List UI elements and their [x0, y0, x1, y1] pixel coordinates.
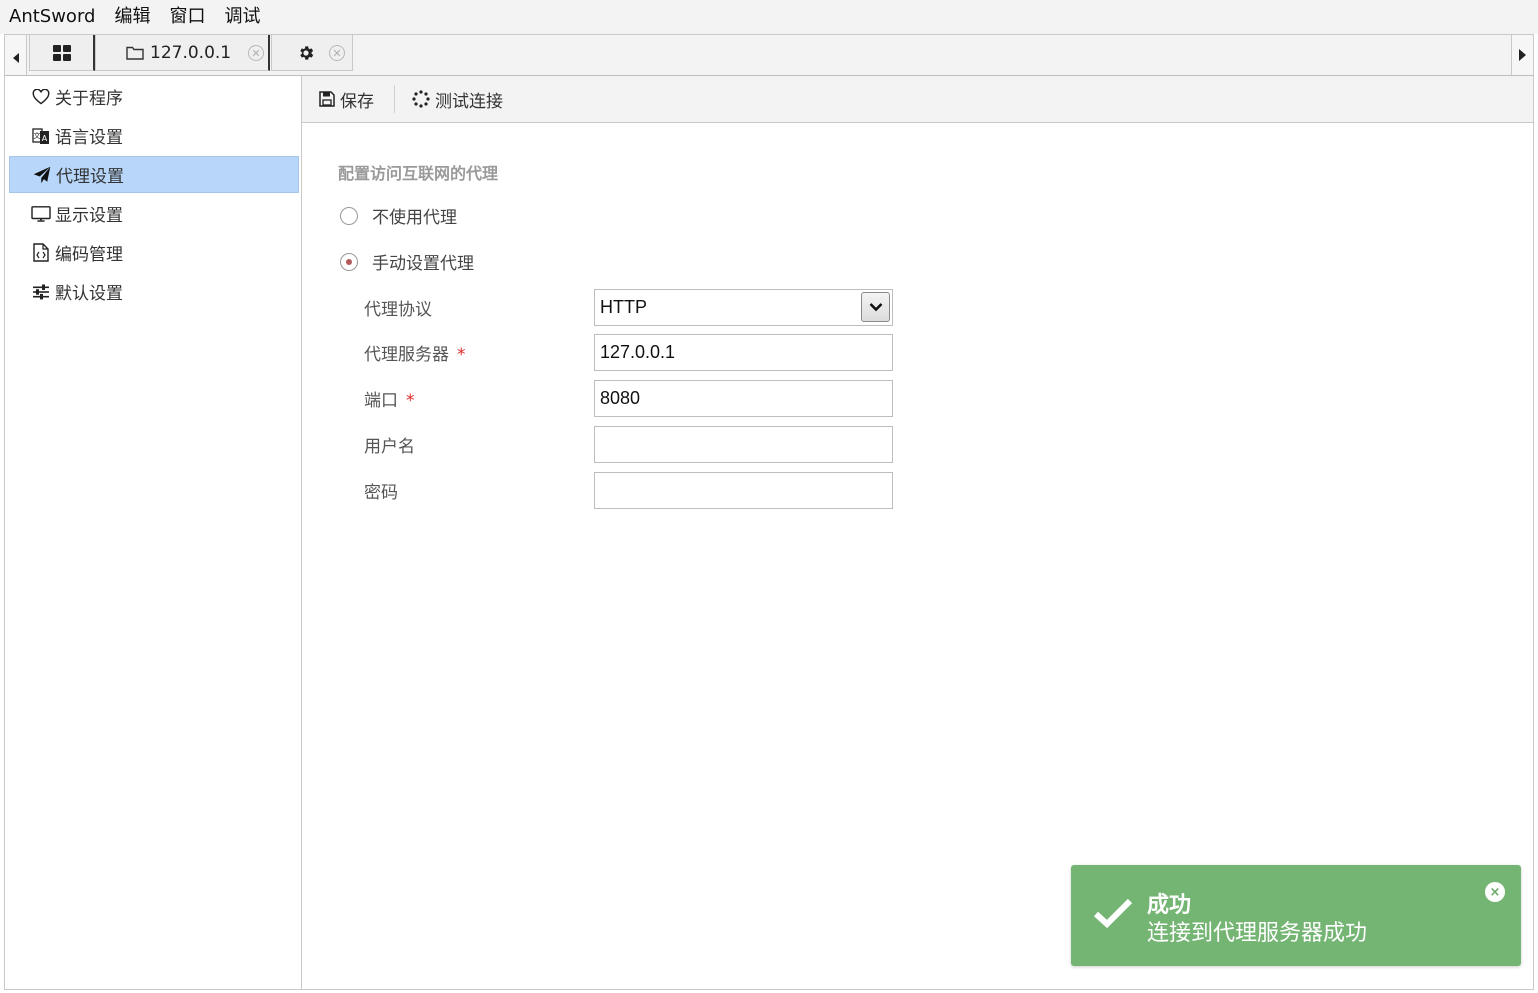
toolbar-divider	[394, 85, 395, 113]
save-button-label: 保存	[340, 91, 374, 112]
chevron-down-icon[interactable]	[861, 292, 890, 322]
menu-bar: AntSword 编辑 窗口 调试	[0, 0, 1538, 34]
protocol-label: 代理协议	[364, 300, 432, 320]
tab-bar: 127.0.0.1 ✕ ✕	[4, 34, 1534, 76]
radio-manual-proxy-label: 手动设置代理	[372, 254, 474, 274]
tab-home[interactable]	[29, 35, 95, 71]
sidebar-item-label: 关于程序	[55, 89, 123, 109]
spinner-icon	[412, 90, 430, 108]
checkmark-icon	[1093, 898, 1133, 929]
sidebar-item-label: 编码管理	[55, 245, 123, 265]
toast-message: 连接到代理服务器成功	[1147, 921, 1368, 946]
settings-sidebar: 关于程序 A 文 语言设置 代理设置 显示设置 编码管理 默认设置	[4, 76, 302, 990]
translate-icon: A 文	[31, 126, 51, 146]
tab-host-label: 127.0.0.1	[150, 42, 232, 63]
toast-close-icon[interactable]: ×	[1485, 882, 1505, 902]
tab-scroll-right-button[interactable]	[1511, 35, 1533, 75]
monitor-icon	[31, 204, 51, 224]
heart-icon	[31, 87, 51, 107]
protocol-select-value: HTTP	[600, 297, 647, 317]
menu-window[interactable]: 窗口	[169, 0, 205, 34]
test-connection-button[interactable]: 测试连接	[412, 87, 503, 112]
tab-settings[interactable]: ✕	[271, 35, 353, 71]
server-input[interactable]: 127.0.0.1	[594, 334, 893, 371]
radio-no-proxy[interactable]: 不使用代理	[340, 203, 457, 228]
username-label: 用户名	[364, 437, 415, 457]
protocol-select[interactable]: HTTP	[594, 289, 893, 326]
radio-no-proxy-label: 不使用代理	[372, 208, 457, 228]
server-label: 代理服务器 *	[364, 345, 466, 365]
sidebar-item-about[interactable]: 关于程序	[9, 78, 299, 115]
menu-app-antsword[interactable]: AntSword	[9, 0, 95, 34]
sidebar-item-label: 语言设置	[55, 128, 123, 148]
sidebar-item-defaults[interactable]: 默认设置	[9, 273, 299, 310]
floppy-disk-icon	[319, 91, 335, 107]
username-input[interactable]	[594, 426, 893, 463]
folder-icon	[126, 46, 144, 60]
success-toast[interactable]: 成功 连接到代理服务器成功 ×	[1071, 865, 1521, 966]
svg-text:A: A	[42, 134, 48, 143]
section-title: 配置访问互联网的代理	[338, 164, 499, 183]
radio-manual-proxy-circle[interactable]	[340, 252, 358, 271]
sidebar-item-display[interactable]: 显示设置	[9, 195, 299, 232]
proxy-settings-panel: 保存 测试连接 配置访问互联网的代理 不使用代理 手动设置代理 代理协议 HTT…	[302, 76, 1534, 990]
grid-icon	[52, 44, 71, 61]
sidebar-item-language[interactable]: A 文 语言设置	[9, 117, 299, 154]
sidebar-item-proxy[interactable]: 代理设置	[9, 156, 299, 193]
menu-debug[interactable]: 调试	[224, 0, 260, 34]
test-connection-label: 测试连接	[435, 91, 503, 112]
code-file-icon	[31, 243, 51, 263]
gear-icon	[300, 45, 314, 60]
port-input[interactable]: 8080	[594, 380, 893, 417]
menu-edit[interactable]: 编辑	[114, 0, 150, 34]
sidebar-item-label: 显示设置	[55, 206, 123, 226]
tab-host[interactable]: 127.0.0.1 ✕	[95, 35, 270, 71]
port-input-value: 8080	[600, 388, 641, 408]
triangle-left-icon	[12, 53, 19, 63]
triangle-right-icon	[1519, 49, 1526, 61]
required-mark: *	[406, 391, 415, 411]
toolbar: 保存 测试连接	[302, 76, 1533, 123]
radio-no-proxy-circle[interactable]	[340, 206, 358, 225]
password-input[interactable]	[594, 472, 893, 509]
paper-plane-icon	[32, 165, 52, 185]
sidebar-item-encoding[interactable]: 编码管理	[9, 234, 299, 271]
sliders-icon	[31, 282, 51, 302]
tab-host-close-icon[interactable]: ✕	[248, 45, 264, 61]
tab-settings-close-icon[interactable]: ✕	[329, 45, 345, 61]
password-label: 密码	[364, 483, 398, 503]
save-button[interactable]: 保存	[319, 87, 374, 112]
svg-text:文: 文	[34, 131, 41, 140]
required-mark: *	[457, 345, 466, 365]
sidebar-item-label: 代理设置	[56, 167, 124, 187]
server-input-value: 127.0.0.1	[600, 342, 676, 362]
sidebar-item-label: 默认设置	[55, 284, 123, 304]
radio-manual-proxy[interactable]: 手动设置代理	[340, 249, 474, 274]
tab-scroll-left-button[interactable]	[5, 35, 27, 75]
port-label: 端口 *	[364, 391, 415, 411]
